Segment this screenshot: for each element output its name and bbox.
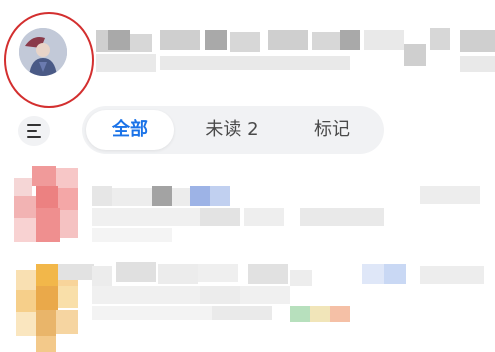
tab-marked[interactable]: 标记 <box>304 110 360 150</box>
filter-tabs: 全部 未读 2 标记 <box>82 106 384 154</box>
user-avatar-icon <box>19 28 67 76</box>
menu-button[interactable] <box>18 116 50 146</box>
avatar[interactable] <box>19 28 67 76</box>
menu-icon <box>27 124 41 126</box>
tab-all[interactable]: 全部 <box>86 110 174 150</box>
tab-unread[interactable]: 未读 2 <box>192 110 272 150</box>
